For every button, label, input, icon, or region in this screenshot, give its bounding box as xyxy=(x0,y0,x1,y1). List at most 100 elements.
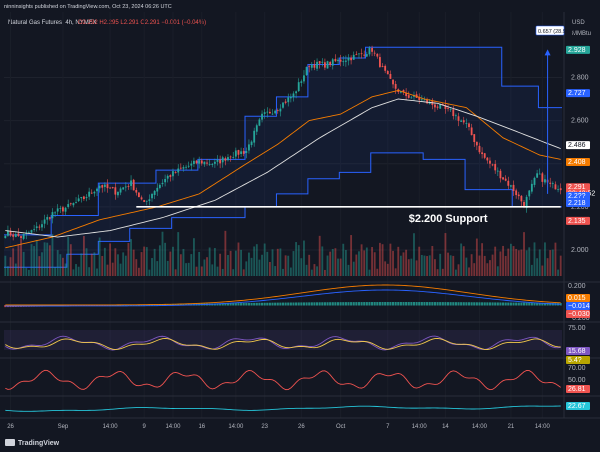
volume-bar xyxy=(284,255,287,276)
candle-body xyxy=(266,111,269,113)
candle-body xyxy=(339,59,342,62)
candle-body xyxy=(287,97,290,103)
macd-hist-bar xyxy=(357,302,361,306)
macd-hist-bar xyxy=(486,302,489,306)
rsi-tick: 70.00 xyxy=(568,365,586,372)
macd-hist-bar xyxy=(499,302,502,306)
volume-bar xyxy=(434,259,436,276)
price-tick: 2.000 xyxy=(571,247,589,254)
volume-bar xyxy=(515,248,518,276)
volume-bar xyxy=(75,264,77,276)
volume-bar xyxy=(460,243,463,276)
candle-body xyxy=(363,54,366,56)
candle-body xyxy=(59,208,62,209)
volume-bar xyxy=(512,246,515,276)
candle-body xyxy=(337,59,339,62)
macd-hist-bar xyxy=(504,302,507,306)
macd-hist-bar xyxy=(234,303,237,306)
candle-body xyxy=(457,116,460,121)
candle-body xyxy=(449,109,452,111)
candle-body xyxy=(135,189,138,193)
candle-body xyxy=(452,109,455,117)
volume-bar xyxy=(363,250,366,276)
volume-bar xyxy=(410,258,413,276)
candle-body xyxy=(255,125,258,132)
macd-hist-bar xyxy=(321,302,324,306)
candle-body xyxy=(297,82,300,92)
volume-bar xyxy=(117,254,119,276)
candle-body xyxy=(528,190,531,197)
volume-bar xyxy=(122,252,125,276)
chart-canvas[interactable]: ninninsights published on TradingView.co… xyxy=(0,0,600,452)
volume-bar xyxy=(352,261,355,276)
volume-bar xyxy=(101,255,104,276)
volume-bar xyxy=(12,248,15,276)
macd-hist-bar xyxy=(465,302,468,306)
macd-hist-bar xyxy=(515,302,518,306)
volume-bar xyxy=(27,269,30,276)
volume-bar xyxy=(253,246,256,276)
candle-body xyxy=(318,61,321,64)
currency-label[interactable]: USD xyxy=(572,20,585,26)
candle-body xyxy=(43,219,46,224)
candle-body xyxy=(344,60,347,62)
tradingview-logo[interactable]: TradingView xyxy=(5,439,60,447)
volume-bar xyxy=(41,252,43,276)
macd-hist-bar xyxy=(339,302,342,306)
candle-body xyxy=(276,110,279,111)
candle-body xyxy=(559,188,562,191)
volume-bar xyxy=(402,252,405,276)
volume-bar xyxy=(161,231,164,276)
candle-body xyxy=(491,164,494,166)
volume-bar xyxy=(436,269,439,276)
candle-body xyxy=(143,200,146,202)
volume-bar xyxy=(158,245,161,276)
volume-bar xyxy=(470,254,473,276)
candle-body xyxy=(544,179,546,183)
candle-body xyxy=(119,188,122,193)
volume-bar xyxy=(468,267,470,276)
measure-label: 0.657 (28.95%) xyxy=(538,29,576,35)
macd-hist-bar xyxy=(326,302,329,306)
candle-body xyxy=(507,180,510,186)
macd-hist-bar xyxy=(245,302,248,306)
candle-body xyxy=(352,54,355,60)
candle-body xyxy=(289,96,292,99)
volume-bar xyxy=(371,247,373,276)
volume-bar xyxy=(337,258,339,276)
volume-bar xyxy=(46,242,49,276)
candle-body xyxy=(90,192,93,194)
candle-body xyxy=(211,164,214,165)
candle-body xyxy=(245,151,248,154)
macd-tick: 0.200 xyxy=(568,283,586,290)
publisher-text: ninninsights published on TradingView.co… xyxy=(4,4,172,10)
macd-hist-bar xyxy=(496,302,499,306)
candle-body xyxy=(75,202,77,203)
macd-hist-bar xyxy=(344,302,347,306)
volume-bar xyxy=(389,243,392,276)
price-tick: 2.600 xyxy=(571,118,589,125)
candle-body xyxy=(117,191,119,196)
volume-bar xyxy=(156,261,159,276)
candle-body xyxy=(101,185,104,188)
volume-bar xyxy=(517,250,520,276)
candle-body xyxy=(193,160,195,164)
macd-hist-bar xyxy=(313,302,316,306)
volume-bar xyxy=(334,248,337,276)
candle-body xyxy=(410,97,413,99)
candle-body xyxy=(206,162,208,164)
volume-bar xyxy=(499,251,502,276)
macd-hist-bar xyxy=(528,302,531,306)
candle-body xyxy=(392,79,394,85)
volume-bar xyxy=(169,251,172,276)
candle-body xyxy=(98,185,101,189)
volume-bar xyxy=(22,251,25,276)
volume-bar xyxy=(85,248,88,276)
candle-body xyxy=(504,178,507,181)
candle-body xyxy=(470,127,473,136)
candle-body xyxy=(33,228,36,230)
volume-bar xyxy=(541,265,544,276)
rsi-label: 26.81 xyxy=(568,386,586,393)
volume-bar xyxy=(481,243,484,276)
candle-body xyxy=(169,175,172,177)
